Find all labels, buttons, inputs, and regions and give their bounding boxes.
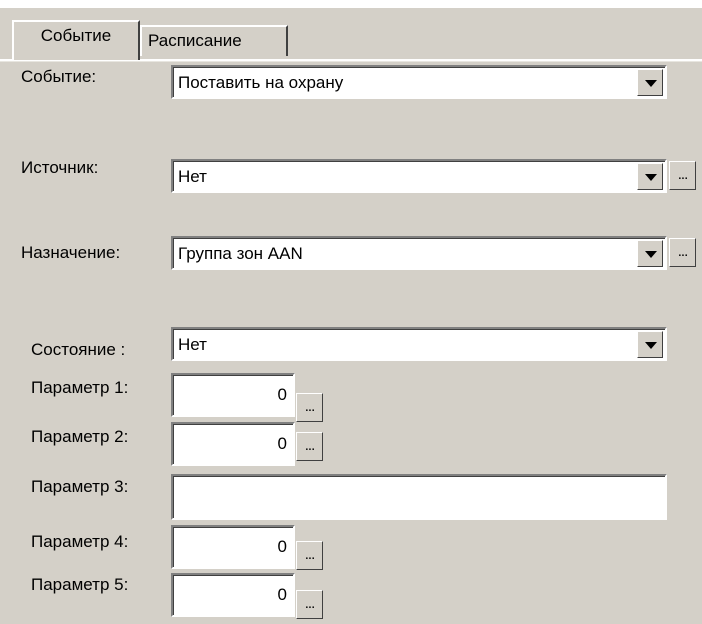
param1-field[interactable]: 0: [171, 373, 295, 417]
source-value: Нет: [178, 167, 207, 186]
param1-browse-button[interactable]: ...: [296, 393, 323, 422]
tab-strip: Событие Расписание: [0, 8, 702, 60]
state-value: Нет: [178, 335, 207, 354]
param4-label: Параметр 4:: [31, 532, 129, 551]
param2-browse-button[interactable]: ...: [296, 432, 323, 461]
param4-value: 0: [277, 537, 287, 556]
param5-label: Параметр 5:: [31, 575, 129, 594]
param1-value: 0: [277, 385, 287, 404]
param2-value: 0: [277, 434, 287, 453]
event-label: Событие:: [21, 67, 97, 86]
tab-panel-border-inner: [0, 61, 702, 62]
destination-combo[interactable]: Группа зон AAN: [171, 236, 667, 270]
chevron-down-icon[interactable]: [637, 69, 663, 96]
tab-schedule[interactable]: Расписание: [140, 25, 288, 56]
source-label: Источник:: [21, 158, 99, 177]
state-combo[interactable]: Нет: [171, 327, 667, 361]
destination-label: Назначение:: [21, 243, 121, 262]
param5-field[interactable]: 0: [171, 573, 295, 617]
top-edge: [0, 0, 702, 8]
param4-field[interactable]: 0: [171, 525, 295, 569]
param2-label: Параметр 2:: [31, 427, 129, 446]
state-label: Состояние :: [31, 340, 126, 359]
chevron-down-icon[interactable]: [637, 331, 663, 358]
chevron-down-icon[interactable]: [637, 163, 663, 190]
event-value: Поставить на охрану: [178, 73, 344, 92]
chevron-down-icon[interactable]: [637, 240, 663, 267]
event-combo[interactable]: Поставить на охрану: [171, 65, 667, 99]
param1-label: Параметр 1:: [31, 378, 129, 397]
tab-event[interactable]: Событие: [12, 20, 140, 60]
param3-field[interactable]: [171, 474, 667, 520]
param5-browse-button[interactable]: ...: [296, 590, 323, 619]
param4-browse-button[interactable]: ...: [296, 541, 323, 570]
destination-browse-button[interactable]: ...: [669, 238, 696, 267]
param2-field[interactable]: 0: [171, 422, 295, 466]
param5-value: 0: [277, 585, 287, 604]
source-browse-button[interactable]: ...: [669, 161, 696, 190]
source-combo[interactable]: Нет: [171, 159, 667, 193]
param3-label: Параметр 3:: [31, 477, 129, 496]
destination-value: Группа зон AAN: [178, 244, 303, 263]
